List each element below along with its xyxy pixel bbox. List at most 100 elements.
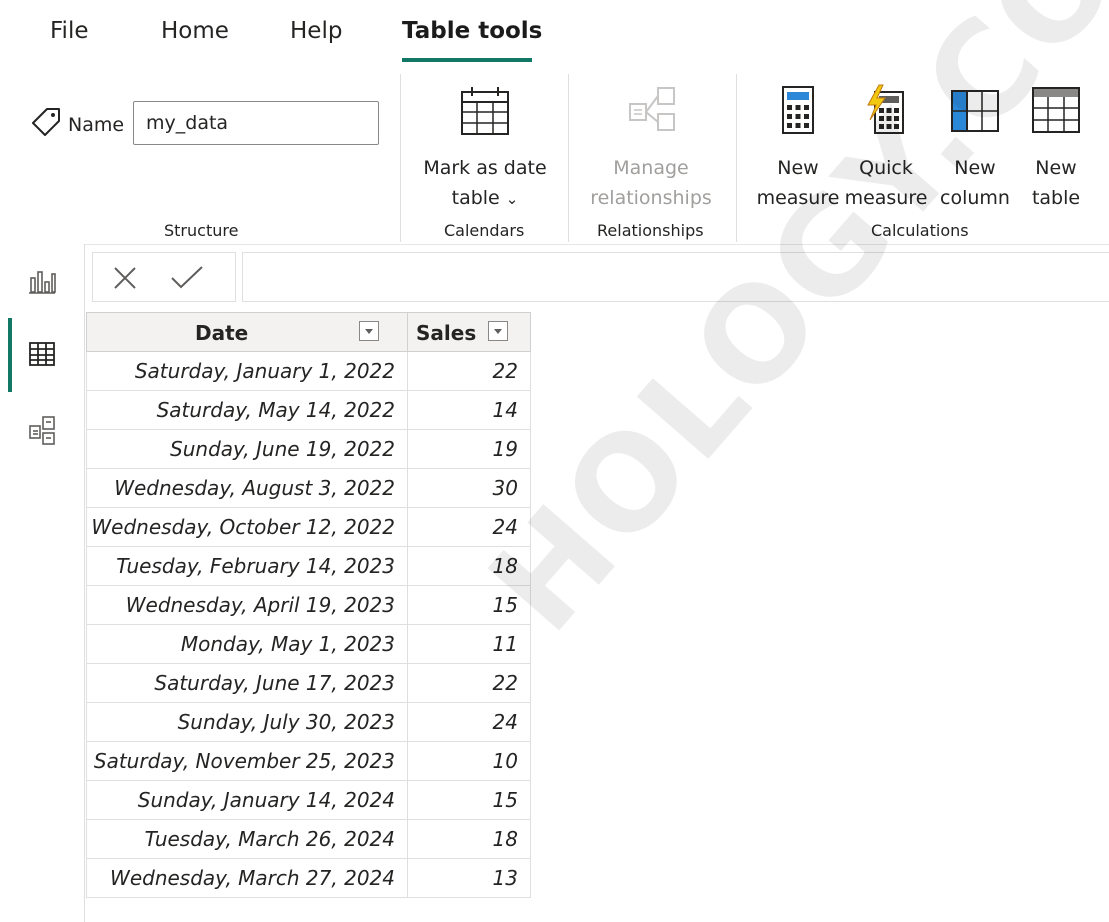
table-row: Wednesday, April 19, 2023 15 [86, 585, 531, 625]
check-icon[interactable] [169, 264, 205, 296]
sales-cell[interactable]: 22 [407, 663, 531, 703]
group-label-calendars: Calendars [444, 221, 525, 240]
calendar-icon [410, 84, 560, 147]
new-table-label-2: table [1031, 187, 1081, 209]
new-measure-label-2: measure [756, 187, 840, 209]
tab-home[interactable]: Home [161, 18, 229, 44]
date-cell[interactable]: Saturday, January 1, 2022 [86, 351, 408, 391]
table-row: Saturday, January 1, 2022 22 [86, 351, 531, 391]
sales-cell[interactable]: 24 [407, 702, 531, 742]
group-label-relationships: Relationships [597, 221, 704, 240]
mark-as-date-label-2-wrap: table ⌄ [410, 183, 560, 214]
close-icon[interactable] [111, 264, 139, 296]
tab-file[interactable]: File [50, 18, 89, 44]
date-cell[interactable]: Tuesday, February 14, 2023 [86, 546, 408, 586]
manage-relationships-button[interactable]: Manage relationships [577, 84, 725, 213]
manage-label-2: relationships [590, 187, 712, 209]
column-header-label: Sales [416, 321, 477, 345]
table-header-row: Date Sales [86, 312, 531, 352]
table-row: Sunday, June 19, 2022 19 [86, 429, 531, 469]
new-column-label-2: column [940, 187, 1010, 209]
column-header-label: Date [195, 321, 249, 345]
new-measure-button[interactable]: New measure [750, 84, 846, 213]
mark-as-date-table-button[interactable]: Mark as date table ⌄ [410, 84, 560, 214]
quick-measure-icon [838, 84, 934, 147]
table-body: Saturday, January 1, 2022 22 Saturday, May… [86, 351, 531, 898]
table-row: Monday, May 1, 2023 11 [86, 624, 531, 664]
table-row: Tuesday, February 14, 2023 18 [86, 546, 531, 586]
table-row: Saturday, June 17, 2023 22 [86, 663, 531, 703]
quick-measure-label-2: measure [844, 187, 928, 209]
data-table: Date Sales Saturday, January 1, 2022 22 Sa… [86, 312, 531, 898]
new-column-label-1: New [954, 157, 996, 179]
relationships-icon [577, 84, 725, 147]
table-row: Sunday, July 30, 2023 24 [86, 702, 531, 742]
table-row: Sunday, January 14, 2024 15 [86, 780, 531, 820]
group-label-calculations: Calculations [871, 221, 969, 240]
date-cell[interactable]: Wednesday, April 19, 2023 [86, 585, 408, 625]
table-row: Saturday, November 25, 2023 10 [86, 741, 531, 781]
new-table-icon [1020, 84, 1092, 147]
new-measure-label-1: New [777, 157, 819, 179]
date-cell[interactable]: Wednesday, August 3, 2022 [86, 468, 408, 508]
tag-icon [30, 106, 62, 138]
date-cell[interactable]: Sunday, January 14, 2024 [86, 780, 408, 820]
new-column-button[interactable]: New column [930, 84, 1020, 213]
new-table-button[interactable]: New table [1020, 84, 1092, 213]
date-cell[interactable]: Sunday, July 30, 2023 [86, 702, 408, 742]
ribbon-separator [400, 74, 401, 242]
sales-cell[interactable]: 18 [407, 546, 531, 586]
date-cell[interactable]: Saturday, June 17, 2023 [86, 663, 408, 703]
quick-measure-label-1: Quick [859, 157, 913, 179]
date-cell[interactable]: Tuesday, March 26, 2024 [86, 819, 408, 859]
active-tab-indicator [402, 58, 532, 62]
chevron-down-icon: ⌄ [505, 190, 519, 208]
mark-as-date-label-1: Mark as date [423, 157, 547, 179]
table-row: Wednesday, August 3, 2022 30 [86, 468, 531, 508]
filter-dropdown-icon[interactable] [359, 321, 379, 341]
date-cell[interactable]: Saturday, May 14, 2022 [86, 390, 408, 430]
table-view-button[interactable] [0, 326, 84, 382]
date-cell[interactable]: Wednesday, March 27, 2024 [86, 858, 408, 898]
mark-as-date-label-2: table [451, 187, 500, 209]
tab-help[interactable]: Help [290, 18, 342, 44]
filter-dropdown-icon[interactable] [488, 321, 508, 341]
date-cell[interactable]: Wednesday, October 12, 2022 [86, 507, 408, 547]
sales-cell[interactable]: 19 [407, 429, 531, 469]
menu-bar: File Home Help Table tools [0, 0, 1109, 64]
new-column-icon [930, 84, 1020, 147]
table-row: Wednesday, March 27, 2024 13 [86, 858, 531, 898]
table-name-input[interactable] [133, 101, 379, 145]
table-row: Saturday, May 14, 2022 14 [86, 390, 531, 430]
group-label-structure: Structure [164, 221, 239, 240]
sales-cell[interactable]: 24 [407, 507, 531, 547]
name-label: Name [68, 114, 125, 136]
sales-cell[interactable]: 18 [407, 819, 531, 859]
sales-cell[interactable]: 30 [407, 468, 531, 508]
sales-cell[interactable]: 14 [407, 390, 531, 430]
date-cell[interactable]: Monday, May 1, 2023 [86, 624, 408, 664]
column-header-sales[interactable]: Sales [407, 312, 531, 352]
table-row: Tuesday, March 26, 2024 18 [86, 819, 531, 859]
calculator-icon [750, 84, 846, 147]
formula-input[interactable] [242, 252, 1109, 302]
column-header-date[interactable]: Date [86, 312, 408, 352]
sales-cell[interactable]: 11 [407, 624, 531, 664]
ribbon-separator [568, 74, 569, 242]
formula-bar-buttons [92, 252, 236, 302]
tab-table-tools[interactable]: Table tools [402, 18, 542, 44]
date-cell[interactable]: Saturday, November 25, 2023 [86, 741, 408, 781]
quick-measure-button[interactable]: Quick measure [838, 84, 934, 213]
sales-cell[interactable]: 15 [407, 780, 531, 820]
table-row: Wednesday, October 12, 2022 24 [86, 507, 531, 547]
date-cell[interactable]: Sunday, June 19, 2022 [86, 429, 408, 469]
manage-label-1: Manage [613, 157, 689, 179]
sales-cell[interactable]: 13 [407, 858, 531, 898]
sales-cell[interactable]: 22 [407, 351, 531, 391]
model-view-button[interactable] [0, 402, 84, 458]
report-view-button[interactable] [0, 252, 84, 308]
new-table-label-1: New [1035, 157, 1077, 179]
sales-cell[interactable]: 10 [407, 741, 531, 781]
table-grid-icon [29, 342, 55, 366]
sales-cell[interactable]: 15 [407, 585, 531, 625]
